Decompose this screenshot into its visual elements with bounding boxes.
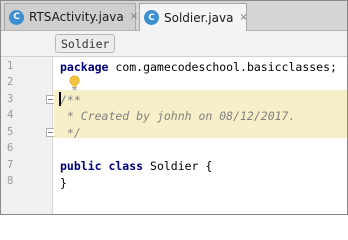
line-number: 3 [7, 93, 14, 105]
line-number: 6 [7, 142, 14, 154]
line-number: 5 [7, 126, 14, 138]
java-class-icon: C [9, 9, 24, 25]
tab-soldier[interactable]: C Soldier.java × [139, 3, 248, 31]
package-name: com.gamecodeschool.basicclasses; [108, 60, 337, 74]
ide-window: C RTSActivity.java × C Soldier.java × So… [0, 0, 348, 215]
code-editor[interactable]: 1 2 3 4 5 6 7 8 package com.gamecodescho… [1, 57, 347, 214]
tab-label: RTSActivity.java [29, 10, 124, 24]
code-line-closing-brace: } [60, 176, 67, 190]
line-number: 1 [7, 60, 14, 72]
keyword-public-class: public class [60, 159, 144, 173]
tab-rtsactivity[interactable]: C RTSActivity.java × [4, 3, 138, 30]
editor-tab-bar: C RTSActivity.java × C Soldier.java × [1, 1, 347, 31]
close-icon[interactable]: × [239, 12, 247, 23]
code-line-comment-start: /** [60, 93, 81, 107]
line-number: 7 [7, 159, 14, 171]
code-line-comment-end: */ [60, 126, 81, 140]
line-number: 8 [7, 175, 14, 187]
class-name: Soldier { [143, 159, 213, 173]
code-line-class-decl: public class Soldier { [60, 158, 212, 174]
line-number: 2 [7, 76, 14, 88]
breadcrumb-soldier[interactable]: Soldier [55, 34, 116, 53]
java-class-icon: C [144, 10, 159, 25]
breadcrumb-bar: Soldier [1, 31, 347, 57]
line-number: 4 [7, 109, 14, 121]
keyword-package: package [60, 60, 109, 74]
code-line-package: package com.gamecodeschool.basicclasses; [60, 59, 337, 75]
lightbulb-icon[interactable] [68, 75, 81, 91]
line-number-gutter: 1 2 3 4 5 6 7 8 [1, 57, 55, 214]
code-line-comment-body: * Created by johnh on 08/12/2017. [60, 109, 296, 123]
close-icon[interactable]: × [130, 12, 138, 22]
tab-label: Soldier.java [164, 10, 234, 25]
